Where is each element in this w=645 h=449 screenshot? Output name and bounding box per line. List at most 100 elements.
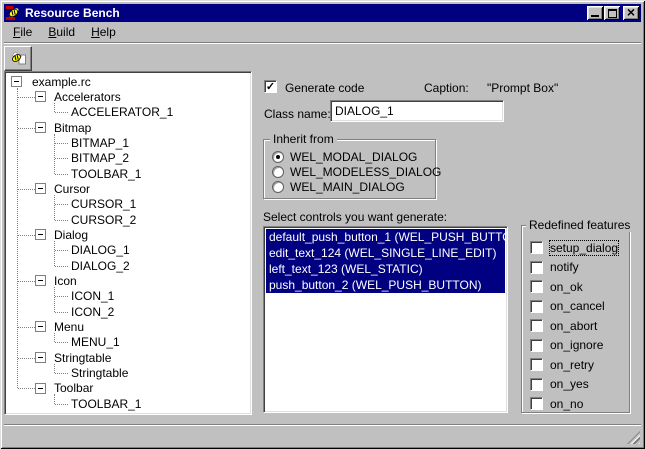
feature-checkbox-row[interactable]: on_abort	[530, 319, 629, 332]
radio-option[interactable]: WEL_MODAL_DIALOG	[272, 149, 435, 164]
tree-collapse-icon[interactable]	[35, 122, 46, 133]
tree-node-label[interactable]: ICON_2	[71, 305, 114, 319]
tree-node-label[interactable]: Stringtable	[54, 351, 111, 365]
tree-leaf-row[interactable]: MENU_1	[7, 335, 249, 350]
resize-grip[interactable]	[627, 431, 640, 444]
checkbox-icon	[530, 397, 543, 410]
tree-node-label[interactable]: Icon	[54, 274, 77, 288]
tree-leaf-row[interactable]: ICON_2	[7, 304, 249, 319]
tree-leaf-row[interactable]: Stringtable	[7, 365, 249, 380]
feature-checkbox-row[interactable]: notify	[530, 261, 629, 274]
tree-node-label[interactable]: Toolbar	[54, 381, 93, 395]
generate-code-checkbox[interactable]	[264, 80, 277, 93]
resource-tree[interactable]: example.rcAcceleratorsACCELERATOR_1 Bitma…	[4, 71, 252, 415]
radio-icon	[272, 151, 284, 163]
list-item[interactable]: left_text_123 (WEL_STATIC)	[266, 261, 505, 277]
tree-leaf-row[interactable]: TOOLBAR_1	[7, 166, 249, 181]
feature-checkbox-row[interactable]: on_no	[530, 397, 629, 410]
tree-leaf-row[interactable]: ACCELERATOR_1	[7, 105, 249, 120]
tree-node-label[interactable]: Dialog	[54, 228, 88, 242]
tree-branch-row[interactable]: Stringtable	[7, 350, 249, 365]
tree-collapse-icon[interactable]	[35, 183, 46, 194]
feature-checkbox-row[interactable]: on_cancel	[530, 300, 629, 313]
tree-node-label[interactable]: Accelerators	[54, 90, 121, 104]
tree-node-label[interactable]: ICON_1	[71, 289, 114, 303]
feature-checkbox-row[interactable]: on_retry	[530, 358, 629, 371]
menu-help[interactable]: Help	[83, 23, 124, 42]
tree-collapse-icon[interactable]	[35, 91, 46, 102]
close-button[interactable]	[623, 6, 639, 20]
tree-node-label[interactable]: BITMAP_1	[71, 136, 129, 150]
toolbar	[4, 45, 641, 72]
minus-glyph	[38, 388, 43, 389]
list-item[interactable]: default_push_button_1 (WEL_PUSH_BUTTON)	[266, 229, 505, 245]
tree-node-label[interactable]: BITMAP_2	[71, 151, 129, 165]
tree-branch-row[interactable]: Bitmap	[7, 120, 249, 135]
radio-icon	[272, 166, 284, 178]
tree-node-label[interactable]: Stringtable	[71, 366, 128, 380]
tree-branch-row[interactable]: Toolbar	[7, 381, 249, 396]
tree-node-label[interactable]: ACCELERATOR_1	[71, 105, 173, 119]
feature-checkbox-row[interactable]: on_yes	[530, 378, 629, 391]
radio-option[interactable]: WEL_MAIN_DIALOG	[272, 179, 435, 194]
maximize-icon	[608, 9, 617, 18]
tree-leaf-row[interactable]: BITMAP_2	[7, 151, 249, 166]
feature-checkbox-row[interactable]: on_ignore	[530, 339, 629, 352]
tree-collapse-icon[interactable]	[35, 275, 46, 286]
radio-label: WEL_MODAL_DIALOG	[290, 150, 417, 164]
tree-node-label[interactable]: CURSOR_2	[71, 213, 136, 227]
tree-leaf-row[interactable]: CURSOR_1	[7, 197, 249, 212]
tree-node-label[interactable]: DIALOG_1	[71, 243, 130, 257]
radio-option[interactable]: WEL_MODELESS_DIALOG	[272, 164, 435, 179]
maximize-button[interactable]	[604, 6, 620, 20]
tree-collapse-icon[interactable]	[35, 352, 46, 363]
tree-branch-row[interactable]: Dialog	[7, 227, 249, 242]
tree-node-label[interactable]: example.rc	[32, 75, 91, 89]
tree-branch-row[interactable]: Cursor	[7, 181, 249, 196]
checkbox-icon	[530, 358, 543, 371]
minus-glyph	[38, 326, 43, 327]
minus-glyph	[38, 234, 43, 235]
tree-leaf-row[interactable]: ICON_1	[7, 289, 249, 304]
list-item[interactable]: push_button_2 (WEL_PUSH_BUTTON)	[266, 277, 505, 293]
tree-leaf-row[interactable]: CURSOR_2	[7, 212, 249, 227]
tree-node-label[interactable]: Cursor	[54, 182, 90, 196]
feature-checkbox-row[interactable]: on_ok	[530, 280, 629, 293]
tree-leaf-row[interactable]: DIALOG_2	[7, 258, 249, 273]
menu-build[interactable]: Build	[40, 23, 83, 42]
feature-checkbox-row[interactable]: setup_dialog	[530, 241, 629, 254]
tree-leaf-row[interactable]: TOOLBAR_1	[7, 396, 249, 411]
tree-node-label[interactable]: MENU_1	[71, 335, 120, 349]
list-item[interactable]: edit_text_124 (WEL_SINGLE_LINE_EDIT)	[266, 245, 505, 261]
tree-branch-row[interactable]: Accelerators	[7, 89, 249, 104]
checkbox-label: on_cancel	[550, 299, 605, 313]
tree-node-label[interactable]: CURSOR_1	[71, 197, 136, 211]
tree-leaf-row[interactable]: BITMAP_1	[7, 135, 249, 150]
minimize-button[interactable]	[587, 6, 603, 20]
tree-collapse-icon[interactable]	[35, 321, 46, 332]
tree-node-label[interactable]: TOOLBAR_1	[71, 397, 141, 411]
class-name-input[interactable]	[330, 100, 504, 122]
tree-leaf-row[interactable]: DIALOG_1	[7, 243, 249, 258]
tree-branch-row[interactable]: Menu	[7, 319, 249, 334]
generate-code-button[interactable]	[4, 46, 32, 71]
tree-node-label[interactable]: DIALOG_2	[71, 259, 130, 273]
tree-collapse-icon[interactable]	[35, 229, 46, 240]
controls-listbox[interactable]: default_push_button_1 (WEL_PUSH_BUTTON)e…	[263, 226, 508, 413]
tree-node-label[interactable]: Bitmap	[54, 121, 91, 135]
checkbox-icon	[530, 339, 543, 352]
checkbox-label: on_ignore	[550, 338, 603, 352]
menu-file[interactable]: File	[5, 23, 40, 42]
window-controls	[587, 6, 639, 20]
checkbox-label: notify	[550, 260, 579, 274]
checkbox-icon	[530, 300, 543, 313]
tree-branch-row[interactable]: Icon	[7, 273, 249, 288]
tree-collapse-icon[interactable]	[35, 383, 46, 394]
tree-branch-row[interactable]: example.rc	[7, 74, 249, 89]
generate-code-icon	[10, 50, 27, 67]
titlebar[interactable]: Resource Bench	[4, 4, 641, 22]
inherit-from-title: Inherit from	[270, 133, 337, 146]
tree-node-label[interactable]: TOOLBAR_1	[71, 167, 141, 181]
tree-node-label[interactable]: Menu	[54, 320, 84, 334]
tree-collapse-icon[interactable]	[11, 76, 22, 87]
